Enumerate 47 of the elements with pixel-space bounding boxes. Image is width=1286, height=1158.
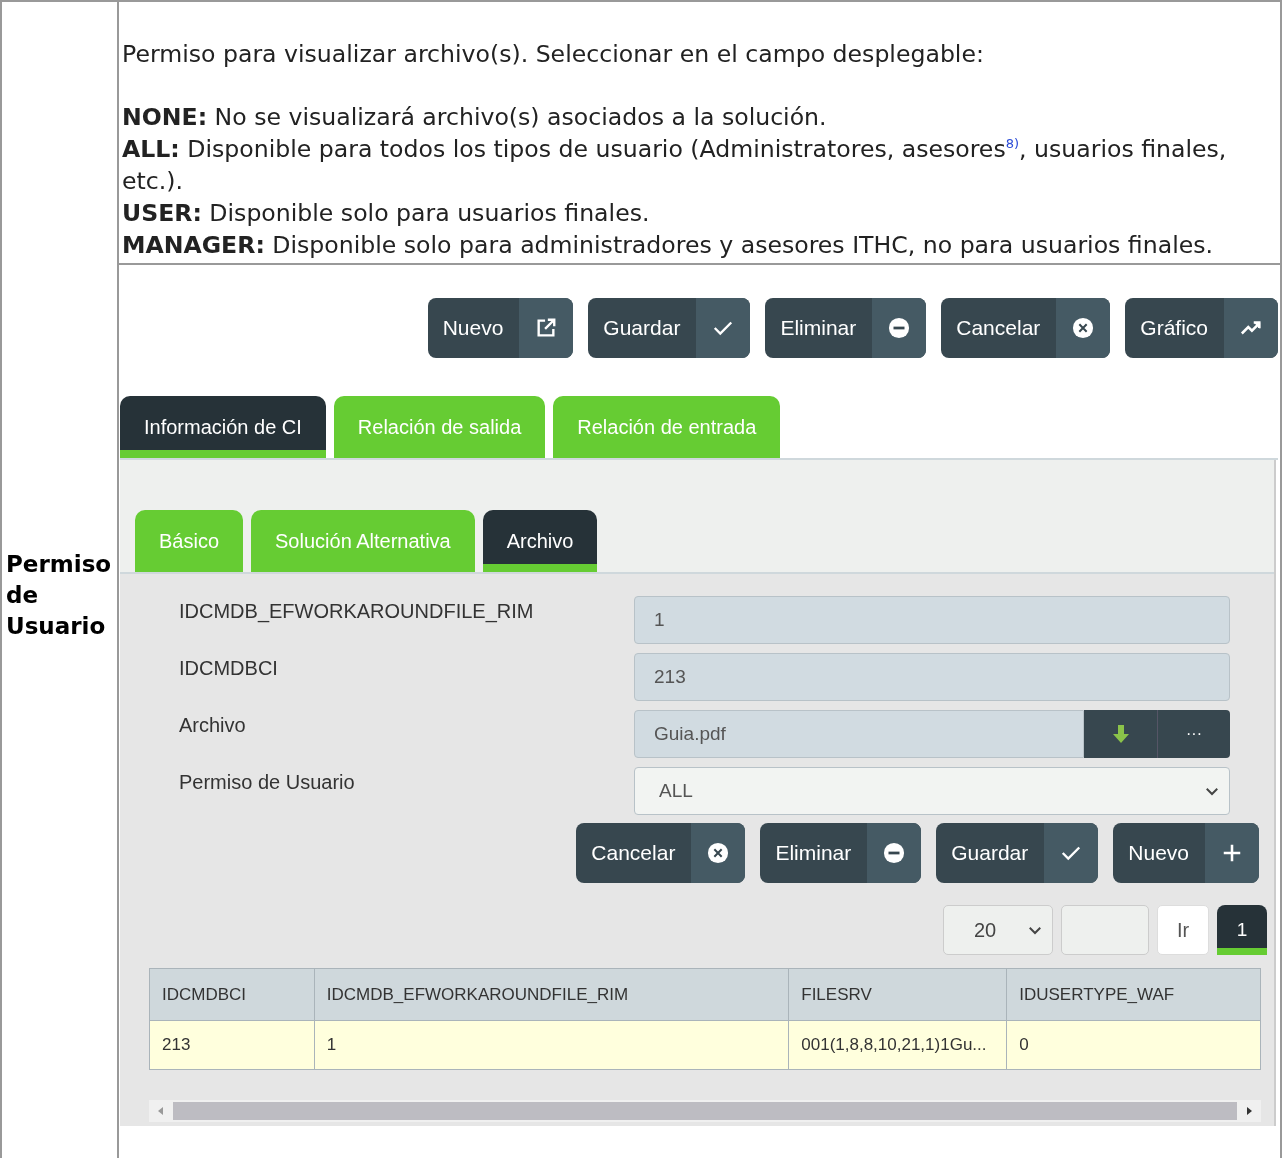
go-button[interactable]: Ir (1157, 905, 1209, 955)
page-input-field[interactable] (1061, 905, 1149, 955)
option-description: USER: Disponible solo para usuarios finales. (122, 198, 651, 229)
column-header[interactable]: IDUSERTYPE_WAF (1006, 968, 1261, 1021)
select-field[interactable]: ALL (634, 767, 1230, 815)
field-label: Archivo (179, 713, 247, 738)
file-field[interactable]: Guia.pdf (634, 710, 1084, 758)
action-button[interactable]: Guardar (588, 298, 751, 358)
horizontal-scrollbar[interactable] (149, 1100, 1261, 1122)
download-button[interactable] (1084, 710, 1157, 758)
column-header[interactable]: IDCMDB_EFWORKAROUNDFILE_RIM (314, 968, 789, 1021)
table-cell: 213 (149, 1020, 315, 1070)
action-button[interactable]: Cancelar (576, 823, 746, 883)
option-description: MANAGER: Disponible solo para administradores y asesores ITHC, no para usuarios finales. (122, 230, 1214, 261)
table-cell: 0 (1006, 1020, 1261, 1070)
action-button[interactable]: Nuevo (427, 298, 574, 358)
option-description: NONE: No se visualizará archivo(s) asociados a la solución. (122, 102, 828, 133)
external-link-icon (535, 317, 558, 339)
table-cell: 1 (314, 1020, 789, 1070)
action-button[interactable]: Nuevo (1113, 823, 1259, 883)
field-label: Permiso de Usuario (179, 770, 356, 795)
minus-circle-icon (883, 842, 906, 864)
page-size-select[interactable]: 20 (943, 905, 1053, 955)
browse-button[interactable]: ··· (1157, 710, 1230, 758)
action-button[interactable]: Cancelar (941, 298, 1111, 358)
input-field[interactable]: 1 (634, 596, 1230, 644)
close-circle-icon (707, 842, 730, 864)
footnote-link[interactable]: 8) (1005, 136, 1020, 152)
field-label: IDCMDB_EFWORKAROUNDFILE_RIM (179, 599, 535, 625)
action-button[interactable]: Gráfico (1125, 298, 1278, 358)
table-cell: 001(1,8,8,10,21,1)1Gu... (788, 1020, 1007, 1070)
tab[interactable]: Archivo (482, 510, 598, 572)
page-button[interactable]: 1 (1217, 905, 1267, 955)
column-header[interactable]: IDCMDBCI (149, 968, 315, 1021)
tab[interactable]: Información de CI (120, 396, 326, 458)
row-header: Permiso de Usuario (6, 549, 113, 641)
field-label: IDCMDBCI (179, 656, 279, 681)
column-header[interactable]: FILESRV (788, 968, 1007, 1021)
action-button[interactable]: Guardar (936, 823, 1099, 883)
input-field[interactable]: 213 (634, 653, 1230, 701)
plus-icon (1221, 842, 1243, 864)
action-button[interactable]: Eliminar (760, 823, 922, 883)
minus-circle-icon (888, 317, 911, 339)
action-button[interactable]: Eliminar (765, 298, 927, 358)
option-description: ALL: Disponible para todos los tipos de usuario (Administratores, asesores$^{8)}$, usuarios finales, etc.). (122, 134, 1228, 197)
description-text: Permiso para visualizar archivo(s). Seleccionar en el campo desplegable: (122, 39, 985, 70)
close-circle-icon (1072, 317, 1095, 339)
